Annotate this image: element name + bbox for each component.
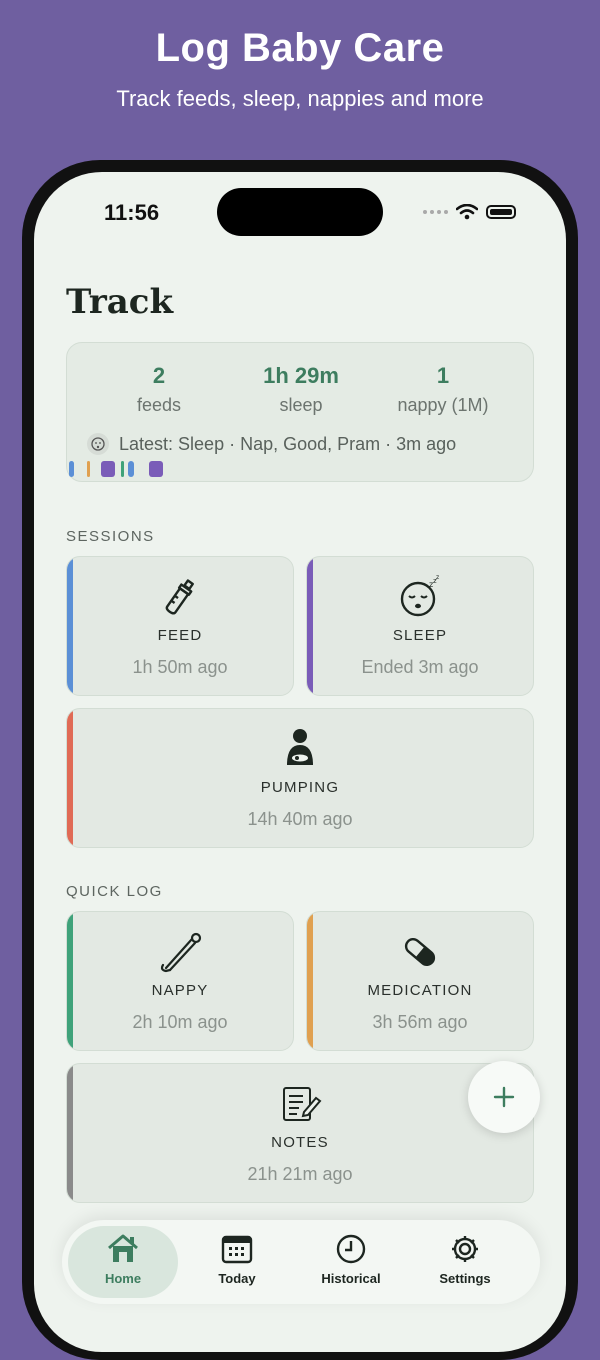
status-icons: [423, 204, 516, 220]
bottle-icon: [165, 579, 194, 615]
card-name: FEED: [157, 627, 203, 644]
clock-icon: [336, 1234, 366, 1264]
page-title: Track: [66, 282, 174, 322]
card-name: MEDICATION: [367, 982, 473, 999]
tab-historical[interactable]: Historical: [296, 1226, 406, 1298]
tab-label: Settings: [439, 1271, 491, 1286]
stat-label: nappy (1M): [397, 395, 489, 415]
card-time-ago: 1h 50m ago: [132, 657, 228, 677]
card-time-ago: 2h 10m ago: [132, 1012, 228, 1032]
tab-today[interactable]: Today: [182, 1226, 292, 1298]
stat-value: 2: [152, 363, 166, 388]
card-name: NAPPY: [151, 982, 209, 999]
stat-nappy: 1 nappy (1M): [363, 363, 523, 416]
app-screen: 11:56 Track 2 feeds 1h 29m sleep 1 nappy: [34, 172, 566, 1352]
tab-label: Home: [104, 1271, 142, 1286]
activity-timeline: [67, 461, 533, 477]
timeline-tick: [149, 461, 163, 477]
safety-pin-icon: [160, 932, 202, 973]
stat-feeds: 2 feeds: [79, 363, 239, 416]
card-time-ago: 14h 40m ago: [247, 809, 353, 829]
tab-label: Today: [218, 1271, 256, 1286]
card-name: PUMPING: [260, 779, 340, 796]
sleep-face-icon: [87, 433, 109, 455]
notes-card[interactable]: NOTES 21h 21m ago: [66, 1063, 534, 1203]
card-time-ago: 21h 21m ago: [247, 1164, 353, 1184]
wifi-icon: [456, 204, 478, 220]
promo-subtitle: Track feeds, sleep, nappies and more: [116, 86, 484, 111]
stat-value: 1: [436, 363, 450, 388]
latest-activity: Latest: Sleep · Nap, Good, Pram · 3m ago: [87, 433, 456, 455]
home-icon: [108, 1234, 138, 1262]
sessions-label: SESSIONS: [66, 528, 155, 545]
feed-card[interactable]: FEED 1h 50m ago: [66, 556, 294, 696]
calendar-icon: [221, 1235, 253, 1264]
stat-value: 1h 29m: [263, 363, 339, 388]
phone-frame: 11:56 Track 2 feeds 1h 29m sleep 1 nappy: [22, 160, 578, 1360]
promo-title: Log Baby Care: [155, 26, 445, 70]
quick-log-label: QUICK LOG: [66, 883, 163, 900]
add-button[interactable]: [468, 1061, 540, 1133]
tab-home[interactable]: Home: [68, 1226, 178, 1298]
svg-text:z: z: [436, 575, 439, 581]
timeline-tick: [87, 461, 90, 477]
battery-icon: [486, 205, 516, 219]
timeline-tick: [121, 461, 124, 477]
summary-card[interactable]: 2 feeds 1h 29m sleep 1 nappy (1M) Latest…: [66, 342, 534, 482]
card-name: SLEEP: [392, 627, 448, 644]
pumping-icon: [287, 729, 313, 765]
card-name: NOTES: [271, 1134, 329, 1151]
plus-icon: [493, 1086, 515, 1108]
timeline-tick: [101, 461, 115, 477]
notes-icon: [283, 1087, 322, 1121]
card-time-ago: 3h 56m ago: [372, 1012, 468, 1032]
signal-icon: [423, 210, 448, 214]
dynamic-island: [217, 188, 383, 236]
card-time-ago: Ended 3m ago: [361, 657, 479, 677]
tab-bar: Home Today Historical Settings: [62, 1220, 540, 1304]
latest-text: Latest: Sleep · Nap, Good, Pram · 3m ago: [119, 433, 457, 454]
stat-sleep: 1h 29m sleep: [221, 363, 381, 416]
sleep-card[interactable]: z z z SLEEP Ended 3m ago: [306, 556, 534, 696]
nappy-card[interactable]: NAPPY 2h 10m ago: [66, 911, 294, 1051]
stat-label: feeds: [136, 395, 182, 415]
status-time: 11:56: [104, 200, 160, 225]
tab-settings[interactable]: Settings: [410, 1226, 520, 1298]
timeline-tick: [69, 461, 74, 477]
pumping-card[interactable]: PUMPING 14h 40m ago: [66, 708, 534, 848]
gear-icon: [452, 1236, 478, 1262]
sleep-face-icon: z z z: [400, 575, 439, 617]
tab-label: Historical: [321, 1271, 381, 1286]
timeline-tick: [128, 461, 134, 477]
stat-label: sleep: [279, 395, 323, 415]
medication-card[interactable]: MEDICATION 3h 56m ago: [306, 911, 534, 1051]
pill-icon: [404, 938, 436, 966]
